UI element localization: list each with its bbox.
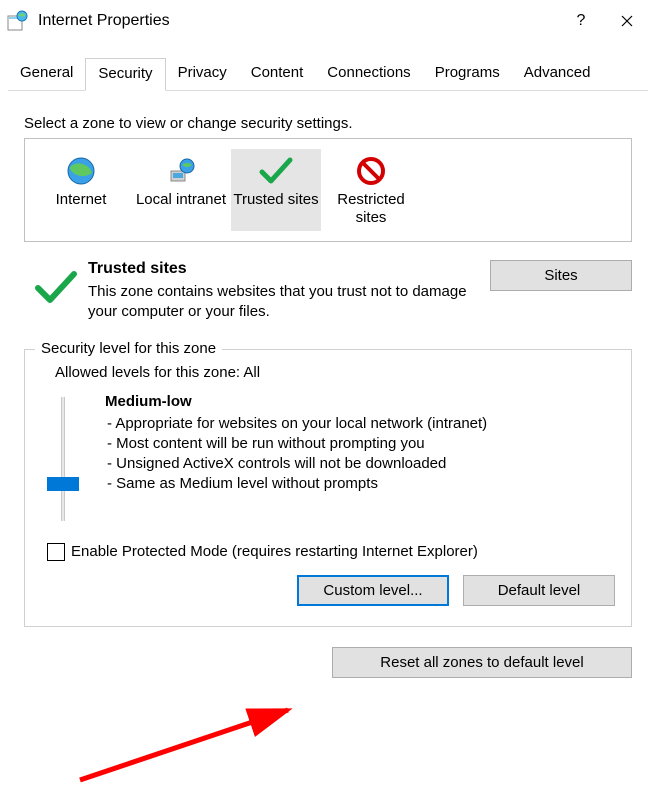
close-button[interactable] [604,5,650,37]
tab-strip: General Security Privacy Content Connect… [8,42,648,91]
security-level-group: Security level for this zone Allowed lev… [24,349,632,627]
intranet-icon [133,153,229,189]
window-title: Internet Properties [38,12,558,30]
zone-heading: Trusted sites [88,260,474,278]
zone-trusted-sites[interactable]: Trusted sites [231,149,321,231]
restricted-icon [323,153,419,189]
tab-advanced[interactable]: Advanced [512,58,603,90]
zone-internet[interactable]: Internet [31,149,131,231]
zone-local-intranet[interactable]: Local intranet [131,149,231,231]
zone-large-icon [24,260,88,306]
security-level-slider[interactable] [45,397,81,529]
help-button[interactable]: ? [558,5,604,37]
tab-general[interactable]: General [8,58,85,90]
zone-select-label: Select a zone to view or change security… [24,115,632,132]
tab-security[interactable]: Security [85,58,165,91]
zone-restricted-sites[interactable]: Restricted sites [321,149,421,231]
custom-level-button[interactable]: Custom level... [297,575,449,606]
annotation-arrow-icon [70,698,310,788]
tab-privacy[interactable]: Privacy [166,58,239,90]
internet-options-icon [6,9,30,33]
globe-icon [33,153,129,189]
level-name: Medium-low [105,393,617,410]
checkmark-icon [233,153,319,189]
tab-connections[interactable]: Connections [315,58,422,90]
allowed-levels-label: Allowed levels for this zone: All [55,364,617,381]
zone-listbox: Internet Local intranet Trusted sites [24,138,632,242]
tab-programs[interactable]: Programs [423,58,512,90]
protected-mode-checkbox[interactable] [47,543,65,561]
default-level-button[interactable]: Default level [463,575,615,606]
tab-content[interactable]: Content [239,58,316,90]
sites-button[interactable]: Sites [490,260,632,291]
zone-description: This zone contains websites that you tru… [88,282,474,323]
protected-mode-label: Enable Protected Mode (requires restarti… [71,543,478,560]
group-title: Security level for this zone [35,340,222,357]
reset-all-zones-button[interactable]: Reset all zones to default level [332,647,632,678]
level-description: - Appropriate for websites on your local… [105,414,617,495]
